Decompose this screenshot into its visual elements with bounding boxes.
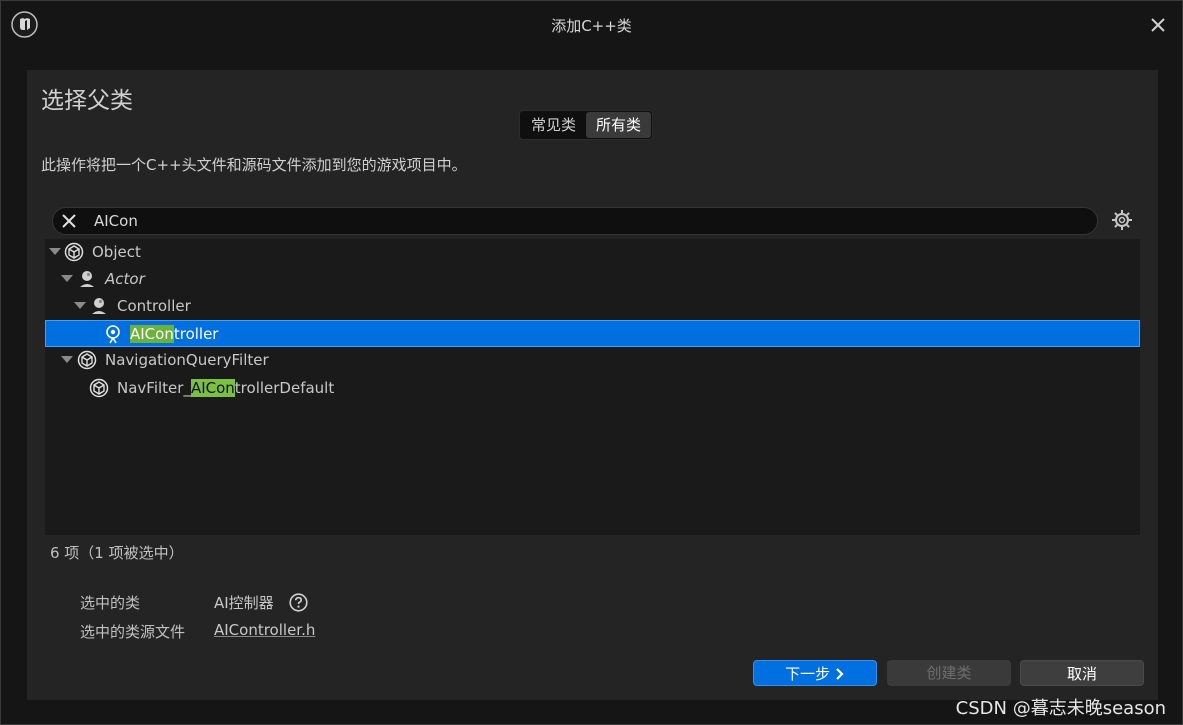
source-file-link[interactable]: AIController.h [214, 621, 315, 639]
actor-icon [80, 271, 94, 287]
class-tree: Object Actor Controller AIController Nav… [45, 239, 1140, 535]
tree-row-actor[interactable]: Actor [45, 266, 1140, 293]
close-icon[interactable] [1148, 15, 1168, 35]
clear-search-icon[interactable] [59, 211, 79, 231]
class-filter-tabs: 常见类 所有类 [519, 110, 654, 140]
expand-caret-icon[interactable] [49, 248, 61, 255]
title-bar: 添加C++类 [1, 1, 1182, 51]
chevron-right-icon [836, 668, 844, 680]
create-class-button[interactable]: 创建类 [887, 660, 1011, 686]
tree-row-label: AIController [130, 325, 218, 343]
tree-row-label: Controller [117, 297, 191, 315]
selected-class-label: 选中的类 [80, 594, 141, 612]
controller-icon [92, 298, 106, 314]
item-count: 6 项（1 项被选中） [50, 544, 184, 562]
cancel-button[interactable]: 取消 [1020, 660, 1144, 686]
ai-controller-icon [106, 325, 120, 344]
search-box [52, 207, 1098, 235]
search-match-highlight: AICon [190, 379, 235, 397]
help-icon[interactable] [289, 593, 308, 612]
object-icon [64, 242, 84, 262]
watermark-text: CSDN @暮志未晚season [955, 698, 1166, 719]
expand-caret-icon[interactable] [74, 302, 86, 309]
gear-icon[interactable] [1111, 209, 1133, 231]
label-remainder: trollerDefault [234, 379, 335, 397]
page-title: 选择父类 [41, 88, 133, 114]
search-match-highlight: AICon [130, 325, 174, 343]
tree-row-aicontroller[interactable]: AIController [45, 320, 1140, 347]
next-button-label: 下一步 [785, 665, 831, 683]
tree-row-label: NavigationQueryFilter [105, 351, 269, 369]
tree-row-label: Actor [105, 270, 145, 288]
tree-row-label: Object [92, 243, 141, 261]
label-prefix: NavFilter_ [117, 379, 191, 397]
tree-row-label: NavFilter_AIControllerDefault [117, 379, 334, 397]
tree-row-object[interactable]: Object [45, 239, 1140, 266]
selected-class-value: AI控制器 [214, 594, 274, 612]
tree-row-navfilter-aicontrollerdefault[interactable]: NavFilter_AIControllerDefault [45, 375, 1140, 402]
tree-row-navigationqueryfilter[interactable]: NavigationQueryFilter [45, 347, 1140, 374]
expand-caret-icon[interactable] [61, 356, 73, 363]
description-text: 此操作将把一个C++头文件和源码文件添加到您的游戏项目中。 [41, 156, 467, 174]
dialog-window: 添加C++类 选择父类 常见类 所有类 此操作将把一个C++头文件和源码文件添加… [0, 0, 1183, 725]
next-button[interactable]: 下一步 [753, 660, 877, 686]
source-file-label: 选中的类源文件 [80, 623, 186, 641]
expand-caret-icon[interactable] [61, 275, 73, 282]
tab-common-classes[interactable]: 常见类 [521, 112, 586, 138]
label-remainder: troller [173, 325, 219, 343]
tab-all-classes[interactable]: 所有类 [586, 112, 652, 138]
search-input[interactable] [94, 208, 1054, 234]
tree-row-controller[interactable]: Controller [45, 293, 1140, 320]
object-icon [89, 378, 109, 398]
object-icon [77, 350, 97, 370]
window-title: 添加C++类 [551, 17, 632, 35]
main-panel: 选择父类 常见类 所有类 此操作将把一个C++头文件和源码文件添加到您的游戏项目… [27, 70, 1158, 700]
